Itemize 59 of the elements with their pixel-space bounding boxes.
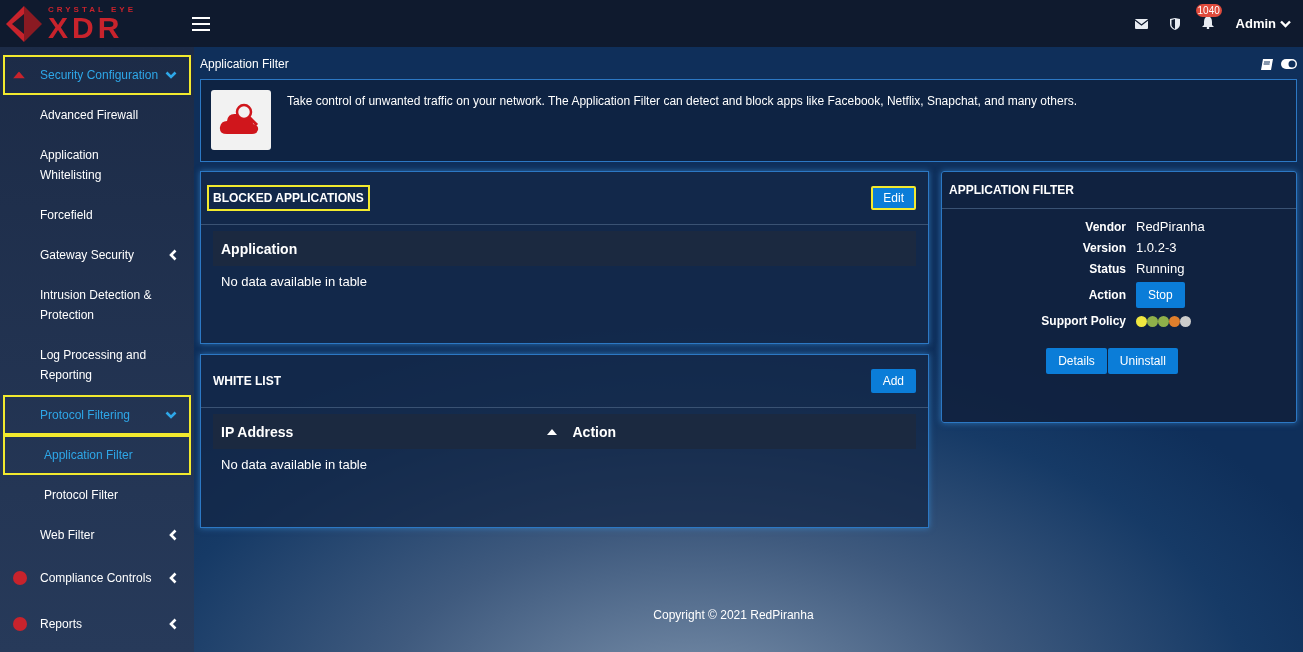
logo-text: XDR <box>48 14 124 41</box>
panel-button[interactable]: Add <box>870 369 916 393</box>
page-title: Application Filter <box>200 57 289 71</box>
chevron-left-icon <box>169 618 177 630</box>
book-icon[interactable] <box>1261 58 1273 70</box>
sidebar-item[interactable]: Security Configuration <box>3 55 191 95</box>
card-button[interactable]: Uninstall <box>1107 348 1178 374</box>
card-button[interactable]: Details <box>1046 348 1107 374</box>
sidebar-item[interactable]: Protocol Filtering <box>3 395 191 435</box>
field-value: Running <box>1136 261 1186 276</box>
card-title: APPLICATION FILTER <box>942 172 1296 209</box>
sidebar-item[interactable]: Application Filter <box>3 435 191 475</box>
field-value: 1.0.2-3 <box>1136 240 1178 255</box>
chevron-down-icon <box>165 411 177 419</box>
stop-button[interactable]: Stop <box>1136 282 1185 308</box>
field-label: Support Policy <box>1041 314 1126 328</box>
field-label: Action <box>1088 288 1126 302</box>
field-value: RedPiranha <box>1136 219 1206 234</box>
bell-icon[interactable] <box>1201 15 1214 29</box>
empty-table-message: No data available in table <box>220 456 368 474</box>
chevron-down-icon <box>1280 19 1291 28</box>
chevron-left-icon <box>169 529 177 541</box>
sidebar-item[interactable]: Log Processing and Reporting <box>3 335 191 395</box>
mail-icon[interactable] <box>1134 18 1148 29</box>
app-filter-icon <box>211 90 271 150</box>
field-label: Version <box>1082 240 1126 255</box>
banner-text: Take control of unwanted traffic on your network. The Application Filter can detect and block apps like Facebook, Netflix, Snapchat, and many others. <box>287 94 1077 108</box>
logo-tagline: CRYSTAL EYE <box>48 6 136 14</box>
toggle-icon[interactable] <box>1281 59 1297 69</box>
empty-table-message: No data available in table <box>220 273 368 291</box>
sidebar-item[interactable]: Intrusion Detection & Protection <box>3 275 191 335</box>
chevron-left-icon <box>169 249 177 261</box>
panel-title: BLOCKED APPLICATIONS <box>207 185 370 211</box>
panel-title: WHITE LIST <box>212 373 282 390</box>
user-menu[interactable]: Admin <box>1235 16 1291 31</box>
sidebar-item[interactable]: Advanced Firewall <box>3 95 191 135</box>
sidebar-item[interactable]: Protocol Filter <box>3 475 191 515</box>
caret-up-icon <box>13 71 25 79</box>
sidebar-item[interactable]: Web Filter <box>3 515 191 555</box>
sidebar-item[interactable]: Reports <box>3 601 191 647</box>
panel-button[interactable]: Edit <box>871 186 916 210</box>
chevron-down-icon <box>165 71 177 79</box>
column-header[interactable]: Action <box>564 423 916 440</box>
field-label: Status <box>1089 261 1126 276</box>
sidebar-item[interactable]: Application Whitelisting <box>3 135 191 195</box>
sidebar-item[interactable]: Forcefield <box>3 195 191 235</box>
notification-badge: 1040 <box>1195 3 1222 17</box>
sort-up-icon[interactable] <box>546 428 557 435</box>
shield-icon[interactable] <box>1169 17 1180 30</box>
sidebar-item[interactable]: Compliance Controls <box>3 555 191 601</box>
column-header[interactable]: IP Address <box>213 423 565 440</box>
chevron-left-icon <box>169 572 177 584</box>
logo-icon <box>6 5 42 42</box>
dot-icon <box>13 571 27 585</box>
sidebar-item[interactable]: Gateway Security <box>3 235 191 275</box>
dot-icon <box>13 617 27 631</box>
copyright-text: Copyright © 2021 RedPiranha <box>652 608 815 624</box>
menu-icon[interactable] <box>192 16 210 31</box>
field-label: Vendor <box>1085 219 1126 234</box>
